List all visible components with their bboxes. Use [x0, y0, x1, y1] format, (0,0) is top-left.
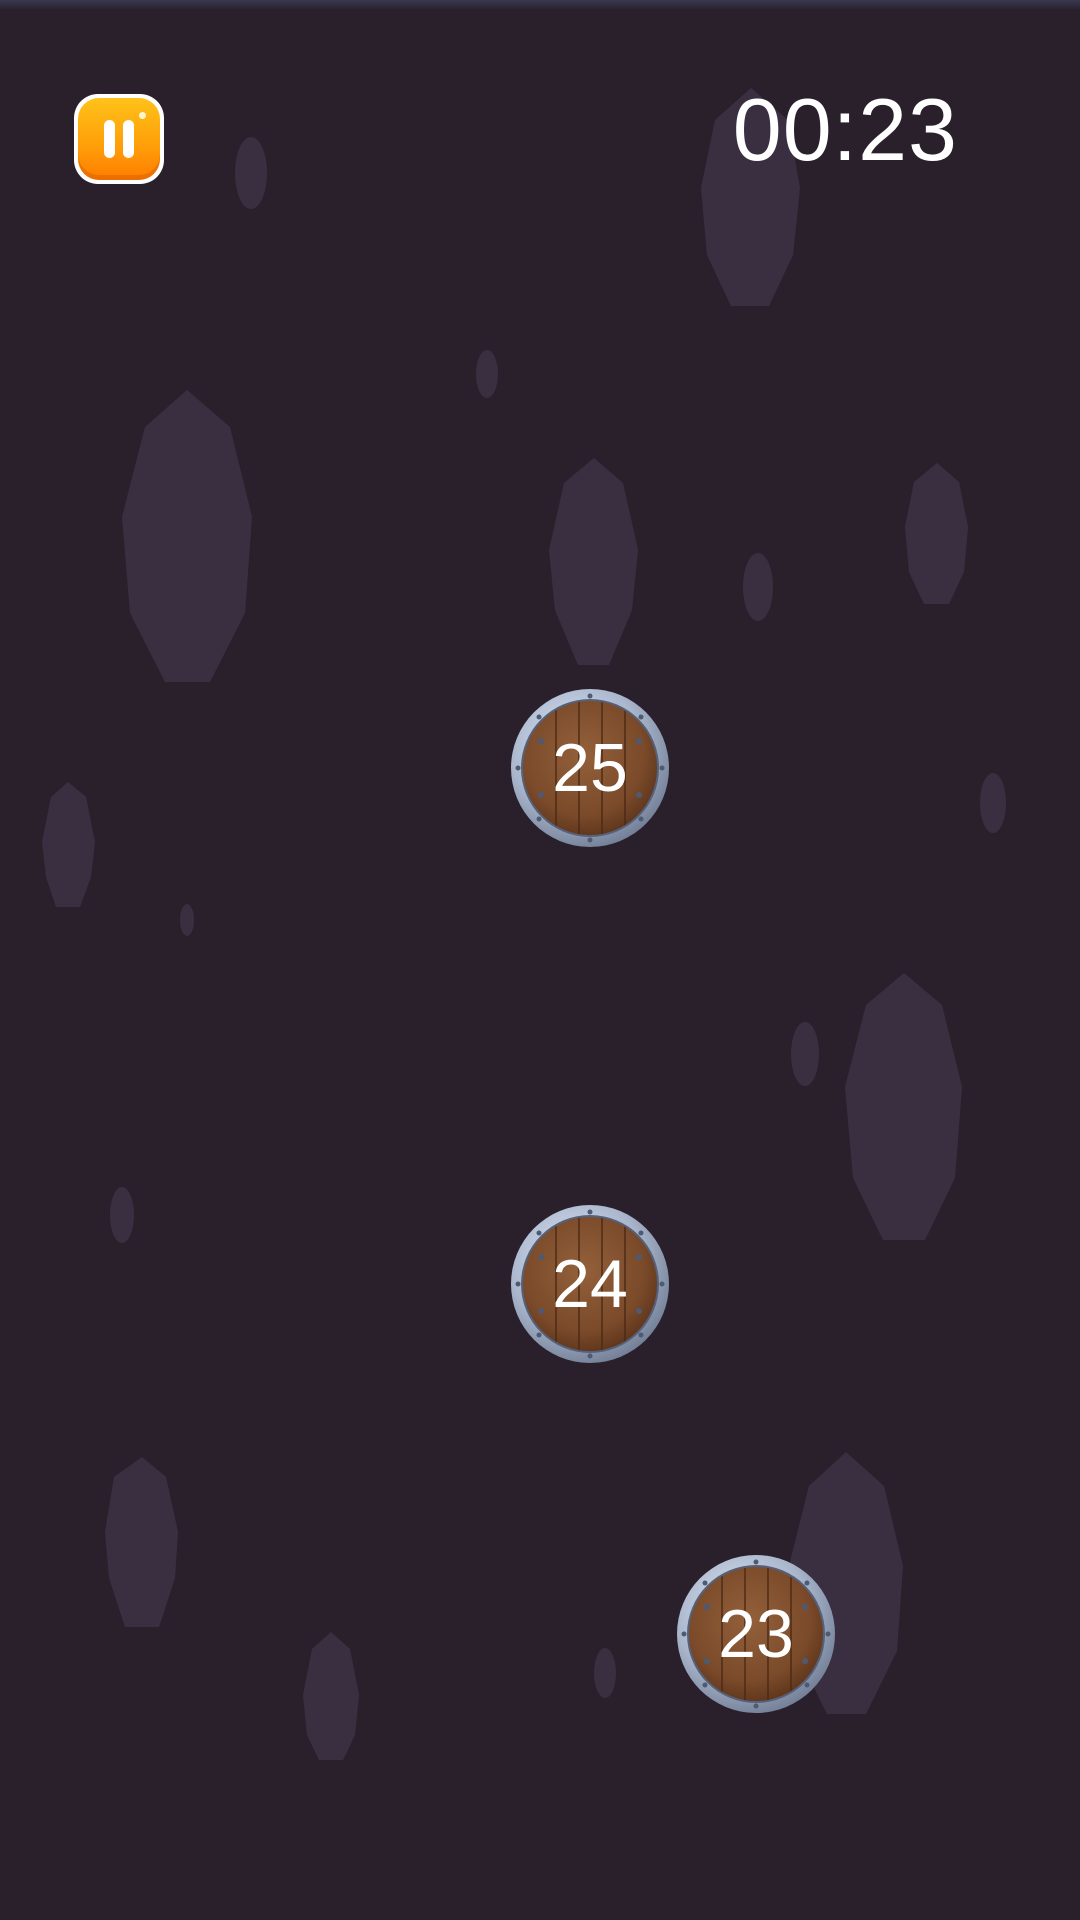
pebble [110, 1187, 134, 1243]
number-token[interactable]: 24 [509, 1203, 671, 1365]
rock [122, 390, 252, 682]
rock [303, 1632, 359, 1760]
game-screen: 00:23 25 24 23 [0, 0, 1080, 1920]
token-number: 25 [552, 730, 628, 806]
pebble [235, 137, 267, 209]
pebble [791, 1022, 819, 1086]
pebble [594, 1648, 616, 1698]
pebble [476, 350, 498, 398]
rock [845, 973, 962, 1240]
token-number: 24 [552, 1246, 628, 1322]
timer: 00:23 [732, 80, 958, 179]
rock [549, 458, 638, 665]
token-number: 23 [718, 1596, 794, 1672]
rock [905, 463, 968, 604]
rock [105, 1457, 178, 1627]
pebble [180, 904, 194, 936]
number-token[interactable]: 23 [675, 1553, 837, 1715]
pause-button[interactable] [74, 94, 164, 184]
pebble [743, 553, 773, 621]
pause-icon [78, 98, 160, 180]
number-token[interactable]: 25 [509, 687, 671, 849]
cave-background [42, 88, 1006, 1760]
pebble [980, 773, 1006, 833]
rock [42, 782, 95, 907]
